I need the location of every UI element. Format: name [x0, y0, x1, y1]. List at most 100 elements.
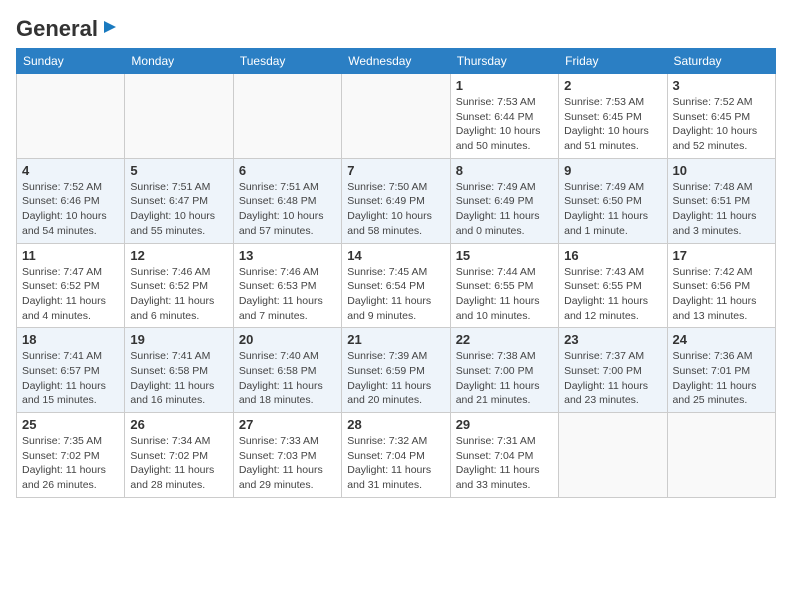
- day-info: Sunrise: 7:37 AM Sunset: 7:00 PM Dayligh…: [564, 349, 661, 408]
- day-info: Sunrise: 7:32 AM Sunset: 7:04 PM Dayligh…: [347, 434, 444, 493]
- calendar-header-sunday: Sunday: [17, 49, 125, 74]
- day-number: 22: [456, 332, 553, 347]
- day-number: 11: [22, 248, 119, 263]
- day-number: 25: [22, 417, 119, 432]
- logo: General: [16, 16, 120, 38]
- day-number: 28: [347, 417, 444, 432]
- logo-general: General: [16, 16, 98, 42]
- day-info: Sunrise: 7:51 AM Sunset: 6:47 PM Dayligh…: [130, 180, 227, 239]
- calendar-cell: 2 Sunrise: 7:53 AM Sunset: 6:45 PM Daylig…: [559, 74, 667, 159]
- day-number: 18: [22, 332, 119, 347]
- day-info: Sunrise: 7:49 AM Sunset: 6:50 PM Dayligh…: [564, 180, 661, 239]
- day-number: 15: [456, 248, 553, 263]
- day-info: Sunrise: 7:47 AM Sunset: 6:52 PM Dayligh…: [22, 265, 119, 324]
- day-info: Sunrise: 7:48 AM Sunset: 6:51 PM Dayligh…: [673, 180, 770, 239]
- day-info: Sunrise: 7:52 AM Sunset: 6:45 PM Dayligh…: [673, 95, 770, 154]
- day-info: Sunrise: 7:45 AM Sunset: 6:54 PM Dayligh…: [347, 265, 444, 324]
- day-info: Sunrise: 7:50 AM Sunset: 6:49 PM Dayligh…: [347, 180, 444, 239]
- day-info: Sunrise: 7:53 AM Sunset: 6:44 PM Dayligh…: [456, 95, 553, 154]
- calendar-cell: 7Sunrise: 7:50 AM Sunset: 6:49 PM Daylig…: [342, 158, 450, 243]
- calendar-cell: 9Sunrise: 7:49 AM Sunset: 6:50 PM Daylig…: [559, 158, 667, 243]
- day-info: Sunrise: 7:41 AM Sunset: 6:58 PM Dayligh…: [130, 349, 227, 408]
- day-number: 17: [673, 248, 770, 263]
- calendar-cell: 21 Sunrise: 7:39 AM Sunset: 6:59 PM Dayli…: [342, 328, 450, 413]
- day-number: 19: [130, 332, 227, 347]
- calendar-cell: 4 Sunrise: 7:52 AM Sunset: 6:46 PM Daylig…: [17, 158, 125, 243]
- calendar-cell: 28 Sunrise: 7:32 AM Sunset: 7:04 PM Dayli…: [342, 413, 450, 498]
- day-info: Sunrise: 7:33 AM Sunset: 7:03 PM Dayligh…: [239, 434, 336, 493]
- calendar-cell: [125, 74, 233, 159]
- calendar-cell: [342, 74, 450, 159]
- calendar-cell: 16 Sunrise: 7:43 AM Sunset: 6:55 PM Dayli…: [559, 243, 667, 328]
- logo-flag-icon: [100, 19, 120, 39]
- day-number: 10: [673, 163, 770, 178]
- day-number: 2: [564, 78, 661, 93]
- day-number: 12: [130, 248, 227, 263]
- day-info: Sunrise: 7:42 AM Sunset: 6:56 PM Dayligh…: [673, 265, 770, 324]
- day-number: 1: [456, 78, 553, 93]
- calendar-cell: 23 Sunrise: 7:37 AM Sunset: 7:00 PM Dayli…: [559, 328, 667, 413]
- calendar-week-row: 1 Sunrise: 7:53 AM Sunset: 6:44 PM Daylig…: [17, 74, 776, 159]
- day-info: Sunrise: 7:44 AM Sunset: 6:55 PM Dayligh…: [456, 265, 553, 324]
- calendar-cell: 18 Sunrise: 7:41 AM Sunset: 6:57 PM Dayli…: [17, 328, 125, 413]
- day-number: 23: [564, 332, 661, 347]
- calendar-week-row: 4 Sunrise: 7:52 AM Sunset: 6:46 PM Daylig…: [17, 158, 776, 243]
- day-number: 6: [239, 163, 336, 178]
- day-info: Sunrise: 7:36 AM Sunset: 7:01 PM Dayligh…: [673, 349, 770, 408]
- calendar-cell: [17, 74, 125, 159]
- calendar-cell: 13 Sunrise: 7:46 AM Sunset: 6:53 PM Dayli…: [233, 243, 341, 328]
- calendar-week-row: 18 Sunrise: 7:41 AM Sunset: 6:57 PM Dayli…: [17, 328, 776, 413]
- calendar-cell: 12 Sunrise: 7:46 AM Sunset: 6:52 PM Dayli…: [125, 243, 233, 328]
- calendar-header-monday: Monday: [125, 49, 233, 74]
- day-info: Sunrise: 7:35 AM Sunset: 7:02 PM Dayligh…: [22, 434, 119, 493]
- day-number: 16: [564, 248, 661, 263]
- calendar-header-wednesday: Wednesday: [342, 49, 450, 74]
- day-number: 4: [22, 163, 119, 178]
- day-info: Sunrise: 7:43 AM Sunset: 6:55 PM Dayligh…: [564, 265, 661, 324]
- calendar-cell: 19 Sunrise: 7:41 AM Sunset: 6:58 PM Dayli…: [125, 328, 233, 413]
- day-number: 3: [673, 78, 770, 93]
- calendar-cell: 27 Sunrise: 7:33 AM Sunset: 7:03 PM Dayli…: [233, 413, 341, 498]
- day-info: Sunrise: 7:53 AM Sunset: 6:45 PM Dayligh…: [564, 95, 661, 154]
- day-info: Sunrise: 7:46 AM Sunset: 6:52 PM Dayligh…: [130, 265, 227, 324]
- day-number: 26: [130, 417, 227, 432]
- day-info: Sunrise: 7:38 AM Sunset: 7:00 PM Dayligh…: [456, 349, 553, 408]
- calendar-cell: 10 Sunrise: 7:48 AM Sunset: 6:51 PM Dayli…: [667, 158, 775, 243]
- calendar-cell: 26Sunrise: 7:34 AM Sunset: 7:02 PM Dayli…: [125, 413, 233, 498]
- day-number: 27: [239, 417, 336, 432]
- day-number: 21: [347, 332, 444, 347]
- day-number: 8: [456, 163, 553, 178]
- page-header: General: [16, 16, 776, 38]
- day-info: Sunrise: 7:41 AM Sunset: 6:57 PM Dayligh…: [22, 349, 119, 408]
- day-number: 5: [130, 163, 227, 178]
- calendar-cell: 11 Sunrise: 7:47 AM Sunset: 6:52 PM Dayli…: [17, 243, 125, 328]
- day-number: 29: [456, 417, 553, 432]
- calendar-cell: 1 Sunrise: 7:53 AM Sunset: 6:44 PM Daylig…: [450, 74, 558, 159]
- day-number: 13: [239, 248, 336, 263]
- calendar-cell: 5 Sunrise: 7:51 AM Sunset: 6:47 PM Daylig…: [125, 158, 233, 243]
- day-info: Sunrise: 7:31 AM Sunset: 7:04 PM Dayligh…: [456, 434, 553, 493]
- calendar-header-saturday: Saturday: [667, 49, 775, 74]
- calendar-week-row: 11 Sunrise: 7:47 AM Sunset: 6:52 PM Dayli…: [17, 243, 776, 328]
- calendar-header-tuesday: Tuesday: [233, 49, 341, 74]
- day-info: Sunrise: 7:39 AM Sunset: 6:59 PM Dayligh…: [347, 349, 444, 408]
- calendar-cell: 8Sunrise: 7:49 AM Sunset: 6:49 PM Daylig…: [450, 158, 558, 243]
- day-number: 14: [347, 248, 444, 263]
- calendar-cell: 15 Sunrise: 7:44 AM Sunset: 6:55 PM Dayli…: [450, 243, 558, 328]
- calendar-cell: 25 Sunrise: 7:35 AM Sunset: 7:02 PM Dayli…: [17, 413, 125, 498]
- day-info: Sunrise: 7:40 AM Sunset: 6:58 PM Dayligh…: [239, 349, 336, 408]
- calendar-week-row: 25 Sunrise: 7:35 AM Sunset: 7:02 PM Dayli…: [17, 413, 776, 498]
- day-number: 24: [673, 332, 770, 347]
- calendar-table: SundayMondayTuesdayWednesdayThursdayFrid…: [16, 48, 776, 498]
- calendar-cell: 3 Sunrise: 7:52 AM Sunset: 6:45 PM Daylig…: [667, 74, 775, 159]
- calendar-cell: 14 Sunrise: 7:45 AM Sunset: 6:54 PM Dayli…: [342, 243, 450, 328]
- day-number: 20: [239, 332, 336, 347]
- calendar-cell: 20 Sunrise: 7:40 AM Sunset: 6:58 PM Dayli…: [233, 328, 341, 413]
- calendar-header-friday: Friday: [559, 49, 667, 74]
- calendar-cell: [559, 413, 667, 498]
- day-info: Sunrise: 7:52 AM Sunset: 6:46 PM Dayligh…: [22, 180, 119, 239]
- day-info: Sunrise: 7:46 AM Sunset: 6:53 PM Dayligh…: [239, 265, 336, 324]
- calendar-cell: 24 Sunrise: 7:36 AM Sunset: 7:01 PM Dayli…: [667, 328, 775, 413]
- day-info: Sunrise: 7:51 AM Sunset: 6:48 PM Dayligh…: [239, 180, 336, 239]
- calendar-cell: 6 Sunrise: 7:51 AM Sunset: 6:48 PM Daylig…: [233, 158, 341, 243]
